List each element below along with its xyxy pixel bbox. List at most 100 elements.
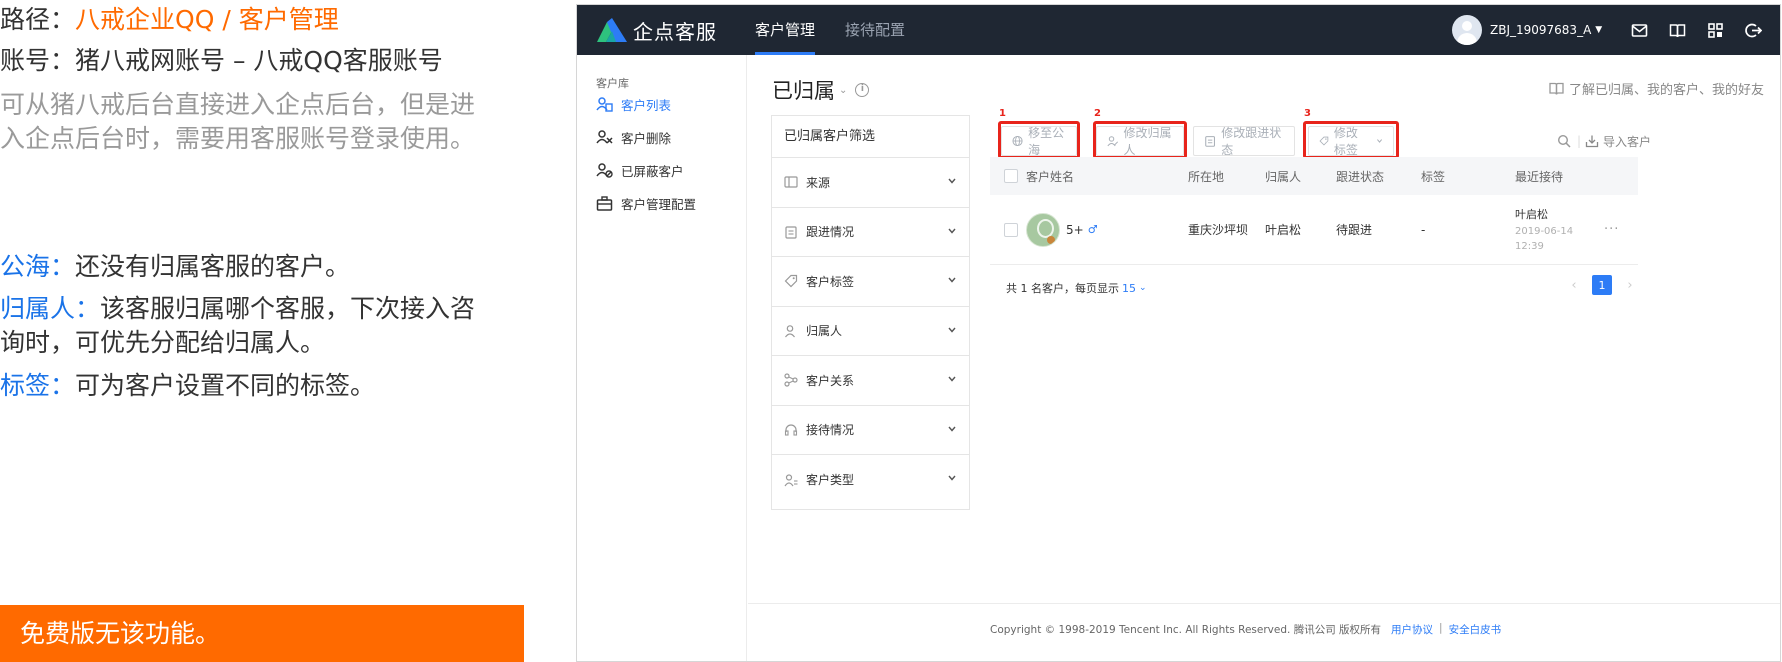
recent-time: 12:39 xyxy=(1515,240,1544,252)
avatar xyxy=(1452,15,1482,45)
tag-label: 标签： xyxy=(0,371,76,400)
help-link-text: 了解已归属、我的客户、我的好友 xyxy=(1568,83,1764,98)
page-size-select[interactable]: 15 xyxy=(1122,282,1136,295)
sidebar-item-label: 已屏蔽客户 xyxy=(621,163,684,179)
type-icon xyxy=(784,474,798,487)
column-header-owner[interactable]: 归属人 xyxy=(1265,157,1301,195)
prev-page-button[interactable]: ‹ xyxy=(1564,275,1584,295)
nav-reception-config[interactable]: 接待配置 xyxy=(845,5,905,55)
pagination: ‹ 1 › xyxy=(1564,275,1640,295)
column-header-name[interactable]: 客户姓名 xyxy=(1026,157,1074,195)
change-status-label: 修改跟进状态 xyxy=(1221,126,1282,157)
column-header-status[interactable]: 跟进状态 xyxy=(1336,157,1384,195)
info-icon[interactable]: i xyxy=(855,83,870,97)
sidebar-item-customer-delete[interactable]: 客户删除 xyxy=(596,126,671,148)
sidebar-item-label: 客户列表 xyxy=(621,97,672,113)
nav-customer-management[interactable]: 客户管理 xyxy=(755,5,816,55)
filter-item-owner[interactable]: 归属人 xyxy=(772,307,969,356)
import-icon xyxy=(1585,135,1599,148)
column-header-location[interactable]: 所在地 xyxy=(1188,157,1224,195)
owner-line-1: 归属人：该客服归属哪个客服，下次接入咨 xyxy=(0,292,475,326)
status-cell: 待跟进 xyxy=(1336,223,1373,237)
recent-agent: 叶启松 xyxy=(1515,207,1548,221)
marker-2: 2 xyxy=(1094,108,1101,119)
filter-item-source[interactable]: 来源 xyxy=(772,158,969,208)
chevron-down-icon xyxy=(948,228,956,234)
filter-item-label: 来源 xyxy=(806,175,831,190)
book-icon[interactable] xyxy=(1658,22,1696,39)
owner-label: 归属人： xyxy=(0,294,101,323)
book-icon xyxy=(1549,82,1564,95)
page-title[interactable]: 已归属 ⌄ i xyxy=(772,75,870,105)
sidebar-item-label: 客户管理配置 xyxy=(621,196,697,212)
next-page-button[interactable]: › xyxy=(1620,275,1640,295)
filter-item-label: 客户类型 xyxy=(806,473,855,488)
app-window: 企点客服 客户管理 接待配置 ZBJ_19097683_A ▼ 客户库 客户列表… xyxy=(576,4,1781,662)
source-icon xyxy=(784,176,798,188)
path-line: 路径：八戒企业QQ / 客户管理 xyxy=(0,3,339,37)
caret-down-icon: ▼ xyxy=(1595,25,1603,35)
row-checkbox-cell[interactable] xyxy=(1004,195,1018,264)
gonghai-line: 公海：还没有归属客服的客户。 xyxy=(0,250,350,284)
table-row[interactable]: 5+ ♂ 重庆沙坪坝 叶启松 待跟进 - 叶启松 2019-06-14 12:3… xyxy=(990,195,1638,265)
chevron-down-icon: ⌄ xyxy=(839,84,848,96)
filter-item-reception[interactable]: 接待情况 xyxy=(772,406,969,455)
tag-cell: - xyxy=(1421,222,1426,237)
owner-value-1: 该客服归属哪个客服，下次接入咨 xyxy=(100,294,476,323)
checkbox[interactable] xyxy=(1004,169,1018,183)
import-customer-button[interactable]: 导入客户 xyxy=(1585,131,1651,151)
path-label: 路径： xyxy=(0,5,76,34)
filter-item-customer-tag[interactable]: 客户标签 xyxy=(772,257,969,307)
chevron-down-icon xyxy=(948,327,956,333)
customer-avatar[interactable] xyxy=(1026,212,1060,247)
page-title-text: 已归属 xyxy=(772,79,835,103)
security-whitepaper-link[interactable]: 安全白皮书 xyxy=(1449,622,1502,637)
chevron-down-icon[interactable]: ⌄ xyxy=(1139,283,1147,293)
customer-list-icon xyxy=(596,96,613,112)
filter-item-label: 跟进情况 xyxy=(806,225,855,240)
customer-name[interactable]: 5+ xyxy=(1066,223,1084,237)
owner-line-2: 询时，可优先分配给归属人。 xyxy=(0,328,326,357)
search-icon xyxy=(1557,134,1571,148)
filter-item-label: 归属人 xyxy=(806,324,843,339)
pager-summary: 共 1 名客户，每页显示 15 ⌄ xyxy=(1006,280,1147,296)
filter-title: 已归属客户筛选 xyxy=(772,116,969,158)
table-header: 客户姓名 所在地 归属人 跟进状态 标签 最近接待 xyxy=(990,157,1638,195)
sidebar-item-management-config[interactable]: 客户管理配置 xyxy=(596,192,696,214)
filter-item-label: 客户关系 xyxy=(806,373,855,388)
filter-item-relation[interactable]: 客户关系 xyxy=(772,356,969,406)
help-link[interactable]: 了解已归属、我的客户、我的好友 xyxy=(1549,79,1764,98)
column-header-recent[interactable]: 最近接待 xyxy=(1515,157,1563,195)
account-value: 猪八戒网账号 – 八戒QQ客服账号 xyxy=(75,46,443,75)
page-1-button[interactable]: 1 xyxy=(1592,275,1612,295)
person-icon xyxy=(785,324,795,338)
user-agreement-link[interactable]: 用户协议 xyxy=(1391,622,1433,637)
column-header-tag[interactable]: 标签 xyxy=(1421,157,1445,195)
chevron-down-icon xyxy=(948,426,956,432)
sidebar-item-blocked-customer[interactable]: 已屏蔽客户 xyxy=(596,159,684,181)
more-actions-button[interactable]: ··· xyxy=(1604,195,1619,264)
mail-icon[interactable] xyxy=(1620,22,1658,39)
sidebar-group-title: 客户库 xyxy=(596,77,629,90)
logout-icon[interactable] xyxy=(1734,22,1772,39)
sidebar-item-customer-list[interactable]: 客户列表 xyxy=(596,93,671,115)
marker-3: 3 xyxy=(1304,108,1311,119)
apps-grid-icon[interactable] xyxy=(1696,22,1734,39)
change-status-button[interactable]: 修改跟进状态 xyxy=(1193,126,1295,157)
logo-text: 企点客服 xyxy=(633,19,717,44)
free-version-banner: 免费版无该功能。 xyxy=(0,605,524,662)
marker-1: 1 xyxy=(999,108,1006,119)
path-value: 八戒企业QQ / 客户管理 xyxy=(75,5,339,34)
pager-summary-text: 共 1 名客户，每页显示 xyxy=(1006,282,1119,295)
filter-item-follow-up[interactable]: 跟进情况 xyxy=(772,208,969,257)
select-all-checkbox[interactable] xyxy=(1004,157,1018,195)
top-bar: 企点客服 客户管理 接待配置 ZBJ_19097683_A ▼ xyxy=(577,5,1780,55)
search-button[interactable] xyxy=(1557,131,1575,151)
chevron-down-icon xyxy=(948,178,956,184)
customer-name-cell: 5+ ♂ xyxy=(1026,195,1098,264)
logo[interactable]: 企点客服 xyxy=(595,15,717,45)
main-nav: 客户管理 接待配置 xyxy=(755,5,935,55)
user-menu[interactable]: ZBJ_19097683_A ▼ xyxy=(1452,15,1602,45)
filter-item-customer-type[interactable]: 客户类型 xyxy=(772,455,969,505)
checkbox[interactable] xyxy=(1004,222,1018,237)
